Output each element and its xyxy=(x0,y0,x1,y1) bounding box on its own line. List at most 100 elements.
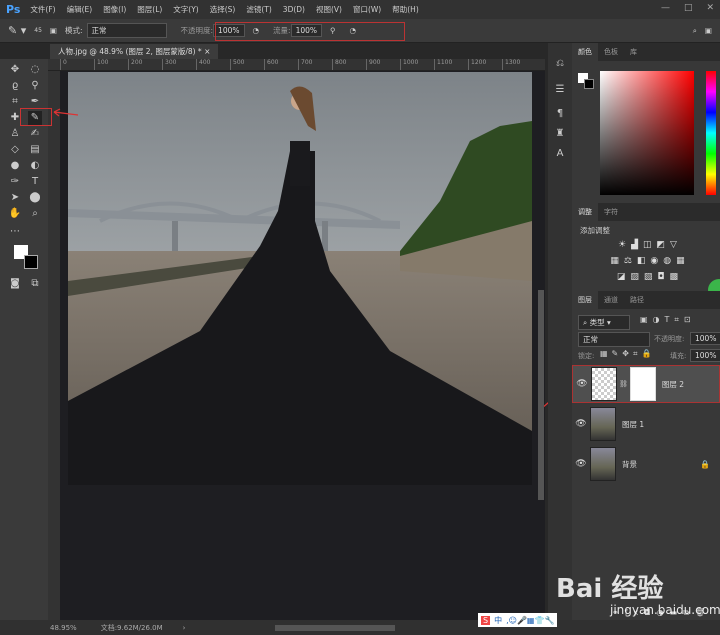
vertical-scrollbar[interactable] xyxy=(538,290,544,500)
layer-row-layer1[interactable]: 👁 图层 1 xyxy=(572,405,720,443)
menu-3d[interactable]: 3D(D) xyxy=(283,5,305,14)
shape-tool-icon[interactable]: ⬤ xyxy=(28,191,42,205)
filter-icons[interactable]: ▣◑T⌗⊡ xyxy=(640,315,696,325)
eraser-icon[interactable]: ◇ xyxy=(8,143,22,157)
gradient-icon[interactable]: ▤ xyxy=(28,143,42,157)
document-tab-title: 人物.jpg @ 48.9% (图层 2, 图层蒙版/8) * xyxy=(58,47,202,56)
brush-size[interactable]: 45 xyxy=(34,27,42,34)
dodge-icon[interactable]: ◐ xyxy=(28,159,42,173)
tab-close-icon[interactable]: × xyxy=(204,47,210,56)
menu-type[interactable]: 文字(Y) xyxy=(173,4,198,15)
link-icon[interactable]: ⛓ xyxy=(619,380,628,388)
brush-presets-icon[interactable]: ♜ xyxy=(553,127,567,141)
layer-name[interactable]: 图层 2 xyxy=(662,379,684,390)
brush-highlight-box xyxy=(20,108,52,126)
ime-icons[interactable]: ,☺🎤▦👕🔧 xyxy=(506,616,554,625)
tab-paths[interactable]: 路径 xyxy=(624,291,650,309)
minimize-button[interactable]: — xyxy=(661,3,670,13)
path-select-icon[interactable]: ➤ xyxy=(8,191,22,205)
menu-window[interactable]: 窗口(W) xyxy=(353,4,381,15)
layer-opacity-input[interactable]: 100% xyxy=(690,332,720,345)
layer-filter-select[interactable]: ⌕ 类型 ▾ xyxy=(578,315,630,330)
mask-thumbnail[interactable] xyxy=(630,367,656,401)
search-icon[interactable]: ⌕ xyxy=(693,26,697,36)
panel-icon-strip: ⎌ ☰ ¶ ♜ A xyxy=(548,43,572,620)
visibility-eye-icon[interactable]: 👁 xyxy=(573,379,591,389)
brush-panel-icon[interactable]: ▣ xyxy=(50,26,57,35)
workspace-icon[interactable]: ▣ xyxy=(705,26,712,35)
zoom-tool-icon[interactable]: ⌕ xyxy=(28,207,42,221)
mode-select[interactable]: 正常 xyxy=(87,23,167,38)
photo-canvas[interactable] xyxy=(60,71,545,620)
maximize-button[interactable]: □ xyxy=(684,3,693,13)
ruler-tick: 100 xyxy=(94,59,128,70)
background-color-swatch[interactable] xyxy=(24,255,38,269)
eyedropper-icon[interactable]: ✒ xyxy=(28,95,42,109)
history-icon[interactable]: ⎌ xyxy=(553,57,567,71)
layer-row-background[interactable]: 👁 背景 🔒 xyxy=(572,445,720,483)
horizontal-scrollbar[interactable] xyxy=(275,625,395,631)
menu-view[interactable]: 视图(V) xyxy=(316,4,342,15)
layer-name[interactable]: 背景 xyxy=(622,459,637,470)
menu-help[interactable]: 帮助(H) xyxy=(392,4,419,15)
screen-mode-icon[interactable]: ⧉ xyxy=(28,277,42,291)
clone-stamp-icon[interactable]: ♙ xyxy=(8,127,22,141)
adjust-panel-tabs: 调整 字符 xyxy=(572,203,720,221)
tab-swatches[interactable]: 色板 xyxy=(598,43,624,61)
brush-tool-icon[interactable]: ✎ ▾ xyxy=(8,24,26,37)
adjustment-icons[interactable]: ☀▟◫◩▽▦⚖◧◉◍▦◪▨▧◘▩ xyxy=(600,237,700,285)
sogou-logo-icon: S xyxy=(481,616,490,625)
quick-select-icon[interactable]: ⚲ xyxy=(28,79,42,93)
tab-adjustments[interactable]: 调整 xyxy=(572,203,598,221)
tab-layers[interactable]: 图层 xyxy=(572,291,598,309)
vertical-ruler xyxy=(48,71,60,620)
properties-icon[interactable]: ☰ xyxy=(553,83,567,97)
canvas-area[interactable] xyxy=(60,71,545,620)
hand-tool-icon[interactable]: ✋ xyxy=(8,207,22,221)
menu-select[interactable]: 选择(S) xyxy=(210,4,236,15)
ime-mode[interactable]: 中 xyxy=(494,615,502,626)
crop-tool-icon[interactable]: ⌗ xyxy=(8,95,22,109)
blend-mode-select[interactable]: 正常 xyxy=(578,332,650,347)
visibility-eye-icon[interactable]: 👁 xyxy=(572,459,590,469)
blur-icon[interactable]: ● xyxy=(8,159,22,173)
tab-libraries[interactable]: 库 xyxy=(624,43,643,61)
ime-toolbar[interactable]: S中 ,☺🎤▦👕🔧 xyxy=(478,613,557,627)
menu-filter[interactable]: 滤镜(T) xyxy=(246,4,271,15)
lock-icons[interactable]: ▦✎✥⌗🔒 xyxy=(600,349,655,359)
tab-color[interactable]: 颜色 xyxy=(572,43,598,61)
quick-mask-icon[interactable]: ◙ xyxy=(8,277,22,291)
color-picker-field[interactable] xyxy=(600,71,694,195)
watermark-url: jingyan.baidu.com xyxy=(610,603,720,617)
paragraph-icon[interactable]: ¶ xyxy=(553,107,567,121)
marquee-tool-icon[interactable]: ◌ xyxy=(28,63,42,77)
layer-row-layer2[interactable]: 👁 ⛓ 图层 2 xyxy=(572,365,720,403)
history-brush-icon[interactable]: ✍ xyxy=(28,127,42,141)
type-tool-icon[interactable]: T xyxy=(28,175,42,189)
character-icon[interactable]: A xyxy=(553,147,567,161)
document-tab[interactable]: 人物.jpg @ 48.9% (图层 2, 图层蒙版/8) * × xyxy=(50,44,218,59)
bg-color-swatch[interactable] xyxy=(584,79,594,89)
lasso-tool-icon[interactable]: ϱ xyxy=(8,79,22,93)
pen-tool-icon[interactable]: ✑ xyxy=(8,175,22,189)
zoom-level[interactable]: 48.95% xyxy=(50,624,77,632)
fill-label: 填充: xyxy=(670,351,686,361)
layer-name[interactable]: 图层 1 xyxy=(622,419,644,430)
move-tool-icon[interactable]: ✥ xyxy=(8,63,22,77)
fill-input[interactable]: 100% xyxy=(690,349,720,362)
menu-edit[interactable]: 编辑(E) xyxy=(67,4,93,15)
menu-layer[interactable]: 图层(L) xyxy=(137,4,162,15)
status-arrow-icon[interactable]: › xyxy=(183,624,186,632)
ruler-tick: 1000 xyxy=(400,59,434,70)
hue-slider[interactable] xyxy=(706,71,716,195)
tab-channels[interactable]: 通道 xyxy=(598,291,624,309)
ruler-tick: 400 xyxy=(196,59,230,70)
more-tools-icon[interactable]: ⋯ xyxy=(8,225,22,239)
tab-character[interactable]: 字符 xyxy=(598,203,624,221)
lock-label: 锁定: xyxy=(578,351,594,361)
ruler-tick: 700 xyxy=(298,59,332,70)
close-button[interactable]: ✕ xyxy=(706,3,714,13)
menu-file[interactable]: 文件(F) xyxy=(30,4,55,15)
visibility-eye-icon[interactable]: 👁 xyxy=(572,419,590,429)
menu-image[interactable]: 图像(I) xyxy=(103,4,126,15)
